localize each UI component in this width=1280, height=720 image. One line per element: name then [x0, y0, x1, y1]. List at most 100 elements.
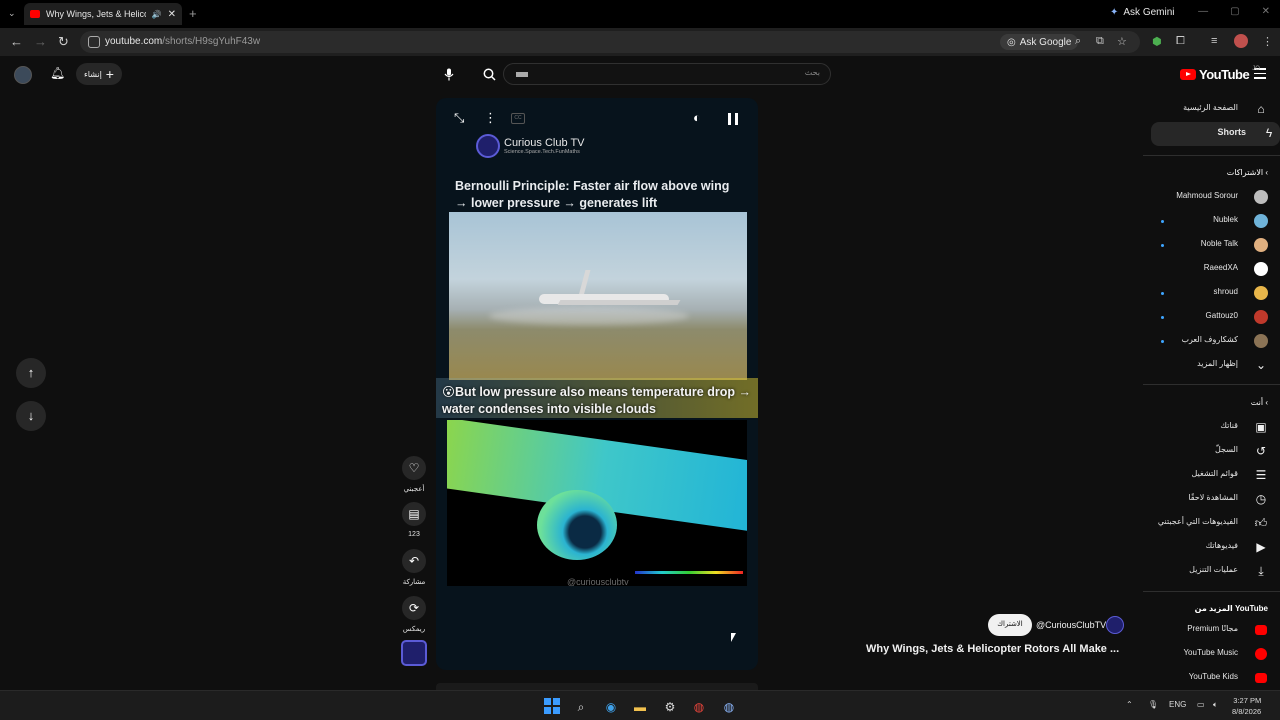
sidebar-item-watch-later[interactable]: المشاهدة لاحقًا ◷ [1143, 488, 1280, 512]
browser-tab[interactable]: Why Wings, Jets & Helicopt 🔊 ✕ [24, 3, 182, 25]
speaker-icon[interactable]: 🔈︎ [1213, 700, 1218, 710]
ask-gemini-button[interactable]: ✦ Ask Gemini [1110, 7, 1175, 18]
playlists-icon: ☰ [1255, 468, 1267, 482]
next-short-button[interactable]: ↓ [16, 401, 46, 431]
tab-search-chevron-icon[interactable]: ⌄ [8, 8, 16, 19]
subscribe-button[interactable]: الاشتراك [988, 614, 1032, 636]
sidebar-item-liked-videos[interactable]: الفيديوهات التي أعجبتني 👍︎ [1143, 512, 1280, 536]
zoom-icon[interactable]: ⌕ [1075, 35, 1081, 48]
browser-profile-avatar[interactable] [1234, 34, 1248, 48]
sidebar-item-premium[interactable]: Premium مجانًا [1143, 619, 1280, 643]
search-input[interactable]: بحث [503, 63, 831, 85]
tab-audio-icon[interactable]: 🔊 [152, 10, 162, 19]
arrow-down-icon: ↓ [27, 408, 35, 423]
sidebar-item-downloads[interactable]: عمليات التنزيل ⤓ [1143, 560, 1280, 584]
extensions-puzzle-icon[interactable]: ⧠ [1176, 35, 1185, 48]
tray-overflow-chevron-icon[interactable]: ⌃ [1126, 700, 1133, 709]
maximize-icon[interactable]: ▢ [1230, 6, 1239, 17]
ask-google-button[interactable]: ◎ Ask Google [1000, 34, 1079, 50]
sidebar-item-home[interactable]: الصفحة الرئيسية ⌂ [1143, 98, 1280, 122]
share-button[interactable]: ↶ مشاركة [399, 549, 429, 586]
short-title[interactable]: Why Wings, Jets & Helicopter Rotors All … [866, 643, 1119, 655]
close-window-icon[interactable]: ✕ [1262, 6, 1270, 17]
video-caption-top: Bernoulli Principle: Faster air flow abo… [455, 179, 730, 210]
remix-button[interactable]: ⟳ ريمكس [399, 596, 429, 633]
reload-icon[interactable]: ↻ [58, 34, 69, 50]
sidebar-item-subscription[interactable]: RaeedXA [1143, 258, 1280, 282]
sidebar-item-label: قناتك [1220, 421, 1238, 430]
sidebar-item-your-videos[interactable]: فيديوهاتك ▶ [1143, 536, 1280, 560]
address-bar[interactable]: youtube.com/shorts/H9sgYuhF43w ◎ Ask Goo… [80, 31, 1140, 53]
search-placeholder: بحث [804, 68, 820, 77]
edge-browser-icon[interactable]: ◉ [603, 699, 619, 715]
browser-menu-icon[interactable]: ⋮ [1262, 35, 1273, 48]
sidebar-item-label: المشاهدة لاحقًا [1188, 493, 1238, 502]
chrome-profile-app-icon[interactable]: ◍ [721, 699, 737, 715]
input-language[interactable]: ENG [1169, 700, 1186, 709]
comments-button[interactable]: ▤ 123 [399, 502, 429, 538]
minimize-icon[interactable]: — [1198, 6, 1208, 17]
sidebar-item-playlists[interactable]: قوائم التشغيل ☰ [1143, 464, 1280, 488]
youtube-logo[interactable]: YouTube JO [1180, 66, 1260, 82]
install-app-icon[interactable]: ⧉ [1096, 35, 1104, 48]
back-arrow-icon[interactable]: ← [10, 34, 23, 49]
sidebar-item-subscription[interactable]: Noble Talk [1143, 234, 1280, 258]
create-label: إنشاء [84, 69, 102, 79]
extension-shield-icon[interactable]: ⬢ [1152, 35, 1162, 48]
channel-handle[interactable]: @CuriousClubTV [1036, 620, 1106, 630]
volume-icon[interactable]: ◐ [693, 110, 701, 125]
comment-icon: ▤ [402, 502, 426, 526]
file-explorer-icon[interactable]: ▬ [632, 699, 648, 715]
like-button[interactable]: ♡ أعجبني [399, 456, 429, 493]
settings-app-icon[interactable]: ⚙ [662, 699, 678, 715]
sidebar-item-subscription[interactable]: Mahmoud Sorour [1143, 186, 1280, 210]
airplane-takeoff-image [449, 212, 747, 380]
voice-search-button[interactable] [440, 64, 458, 86]
sidebar-show-more[interactable]: إظهار المزيد ⌄ [1143, 354, 1280, 378]
sidebar-item-youtube-music[interactable]: YouTube Music [1143, 643, 1280, 667]
create-button[interactable]: إنشاء + [76, 63, 122, 85]
windows-start-icon[interactable] [544, 698, 560, 714]
tray-microphone-icon[interactable]: 🎙︎ [1148, 700, 1158, 709]
pause-icon[interactable] [728, 113, 738, 125]
sidebar-item-subscription[interactable]: Gattouz0 [1143, 306, 1280, 330]
sidebar-item-shorts[interactable]: Shorts ϟ [1151, 122, 1280, 146]
fullscreen-icon[interactable]: ⤡ [454, 110, 464, 126]
sidebar-item-subscription[interactable]: Nublek [1143, 210, 1280, 234]
search-button[interactable] [478, 64, 500, 86]
previous-short-button[interactable]: ↑ [16, 358, 46, 388]
more-options-icon[interactable]: ⋮ [484, 110, 497, 126]
channel-avatar[interactable] [1106, 616, 1124, 634]
url-text[interactable]: youtube.com/shorts/H9sgYuhF43w [105, 36, 260, 47]
sidebar-item-label: Shorts [1217, 127, 1246, 137]
sidebar-item-subscription[interactable]: كشكاروف العرب [1143, 330, 1280, 354]
reading-list-icon[interactable]: ≡ [1211, 35, 1217, 47]
chrome-browser-icon[interactable]: ◍ [691, 699, 707, 715]
bookmark-star-icon[interactable]: ☆ [1117, 35, 1127, 48]
new-tab-plus-icon[interactable]: + [189, 6, 197, 21]
sidebar-item-label: كشكاروف العرب [1181, 335, 1238, 344]
sidebar-item-subscription[interactable]: shroud [1143, 282, 1280, 306]
sidebar-divider [1143, 591, 1280, 592]
youtube-wordmark: YouTube [1199, 67, 1250, 82]
sidebar-item-your-channel[interactable]: قناتك ▣ [1143, 416, 1280, 440]
you-heading[interactable]: أنت ‹ [1251, 398, 1268, 407]
site-info-icon[interactable] [88, 36, 100, 48]
shorts-video-player[interactable]: ⤡ ⋮ CC ◐ Curious Club TV Science.Space.T… [436, 98, 758, 670]
sidebar-item-youtube-kids[interactable]: YouTube Kids [1143, 667, 1280, 691]
system-clock[interactable]: 3:27 PM 8/8/2026 [1232, 695, 1261, 717]
sidebar-item-history[interactable]: السجلّ ↺ [1143, 440, 1280, 464]
tab-close-icon[interactable]: ✕ [168, 9, 176, 20]
channel-avatar [1254, 238, 1268, 252]
forward-arrow-icon[interactable]: → [34, 34, 47, 49]
clock-date: 8/8/2026 [1232, 707, 1262, 716]
channel-avatar-button[interactable] [401, 640, 427, 666]
network-icon[interactable]: ▭ [1197, 700, 1205, 709]
captions-icon[interactable]: CC [511, 113, 525, 124]
channel-avatar [1254, 286, 1268, 300]
account-avatar[interactable] [14, 66, 32, 84]
share-icon: ↶ [402, 549, 426, 573]
taskbar-search-icon[interactable]: ⌕ [573, 699, 589, 715]
notifications-bell-icon[interactable]: 🔔︎ [50, 66, 65, 80]
subscriptions-heading[interactable]: الاشتراكات ‹ [1227, 168, 1268, 177]
